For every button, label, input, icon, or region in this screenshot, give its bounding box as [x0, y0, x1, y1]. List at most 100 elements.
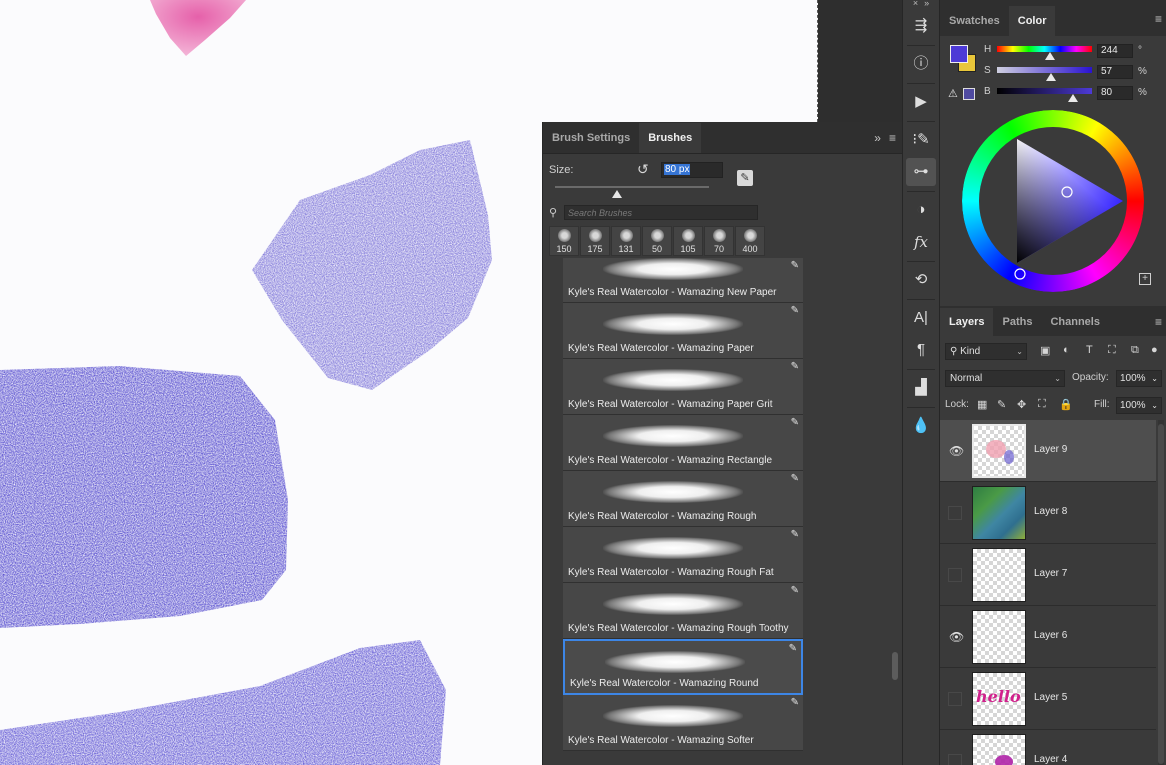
opacity-field[interactable]: 100% ⌄ — [1116, 370, 1162, 387]
brush-settings-icon[interactable]: ⁝✎ — [906, 126, 936, 154]
tab-brushes[interactable]: Brushes — [639, 123, 702, 153]
recent-brush-preset[interactable]: 50 — [642, 226, 672, 256]
brush-preset-item[interactable]: ✎ Kyle's Real Watercolor - Wamazing Paper — [563, 303, 803, 359]
eye-icon[interactable]: 👁 — [948, 444, 964, 458]
layers-panel-menu-icon[interactable]: ≡ — [1155, 315, 1162, 329]
type-filter-icon[interactable]: T — [1086, 344, 1093, 356]
pixel-filter-icon[interactable]: ▣ — [1040, 344, 1050, 357]
brush-preset-item[interactable]: ✎ Kyle's Real Watercolor - Wamazing Paper… — [563, 359, 803, 415]
adjust-sliders-icon[interactable]: ⊶ — [906, 158, 936, 186]
layer-row[interactable]: 👁 Layer 6 — [940, 606, 1156, 668]
panel-menu-icon[interactable]: ≡ — [889, 131, 896, 145]
lock-all-icon[interactable]: 🔒 — [1059, 398, 1073, 411]
adjustments-icon[interactable]: ◑ — [906, 196, 936, 224]
saturation-slider[interactable] — [997, 67, 1092, 73]
actions-play-icon[interactable]: ▶ — [906, 88, 936, 116]
visibility-toggle[interactable] — [948, 568, 962, 582]
brush-preset-item[interactable]: ✎ Kyle's Real Watercolor - Wamazing Rough — [563, 471, 803, 527]
shape-filter-icon[interactable]: ⛶ — [1108, 344, 1116, 357]
recent-brush-preset[interactable]: 150 — [549, 226, 579, 256]
tab-color[interactable]: Color — [1008, 6, 1056, 36]
hue-slider-thumb[interactable] — [1045, 52, 1055, 60]
lock-transparency-icon[interactable]: ▦ — [977, 398, 987, 411]
brightness-slider-thumb[interactable] — [1068, 94, 1078, 102]
eye-icon[interactable]: 👁 — [948, 630, 964, 644]
paint-drop-icon[interactable]: 💧 — [906, 412, 936, 440]
add-color-icon[interactable]: + — [1139, 273, 1151, 285]
recent-brush-preset[interactable]: 131 — [611, 226, 641, 256]
layer-thumbnail — [972, 424, 1026, 478]
visibility-toggle[interactable] — [948, 506, 962, 520]
search-input[interactable] — [564, 205, 758, 220]
brush-preset-item[interactable]: ✎ Kyle's Real Watercolor - Wamazing Round — [563, 639, 803, 695]
brush-list-scrollbar[interactable] — [892, 652, 898, 680]
hue-value[interactable]: 244 — [1097, 44, 1133, 58]
expand-icon[interactable]: » — [924, 0, 929, 8]
brush-edit-icon[interactable]: ✎ — [791, 260, 799, 271]
lock-position-icon[interactable]: ✥ — [1017, 398, 1026, 411]
character-icon[interactable]: A| — [906, 304, 936, 332]
collapse-panel-icon[interactable]: » — [874, 131, 881, 145]
filter-toggle-icon[interactable]: ● — [1151, 344, 1158, 356]
brush-preset-item[interactable]: ✎ Kyle's Real Watercolor - Wamazing Recta… — [563, 415, 803, 471]
brush-edit-icon[interactable]: ✎ — [791, 697, 799, 708]
saturation-value[interactable]: 57 — [1097, 65, 1133, 79]
layer-row[interactable]: Layer 8 — [940, 482, 1156, 544]
recent-brush-preset[interactable]: 400 — [735, 226, 765, 256]
libraries-icon[interactable]: ⇶ — [906, 12, 936, 40]
tab-channels[interactable]: Channels — [1041, 308, 1109, 336]
layer-row[interactable]: 👁 Layer 9 — [940, 420, 1156, 482]
info-icon[interactable]: ⓘ — [906, 50, 936, 78]
brush-edit-icon[interactable]: ✎ — [791, 417, 799, 428]
foreground-color-swatch[interactable] — [950, 45, 968, 63]
new-brush-icon[interactable]: ✎ — [737, 170, 753, 186]
tab-brush-settings[interactable]: Brush Settings — [543, 123, 639, 153]
visibility-toggle[interactable] — [948, 692, 962, 706]
layer-row[interactable]: Layer 7 — [940, 544, 1156, 606]
color-wheel[interactable] — [962, 110, 1144, 292]
glyphs-icon[interactable]: ▟ — [906, 374, 936, 402]
layer-row[interactable]: Layer 4 — [940, 730, 1156, 765]
brush-preset-item[interactable]: ✎ Kyle's Real Watercolor - Wamazing New P… — [563, 258, 803, 303]
recent-brush-preset[interactable]: 175 — [580, 226, 610, 256]
color-panel-menu-icon[interactable]: ≡ — [1155, 12, 1162, 26]
fill-field[interactable]: 100% ⌄ — [1116, 397, 1162, 414]
gamut-color-swatch[interactable] — [963, 88, 975, 100]
brush-preset-item[interactable]: ✎ Kyle's Real Watercolor - Wamazing Softe… — [563, 695, 803, 751]
size-input[interactable]: 80 px — [661, 162, 723, 178]
kind-filter-select[interactable]: ⚲ Kind ⌄ — [945, 343, 1027, 360]
brush-edit-icon[interactable]: ✎ — [789, 643, 797, 654]
lock-artboard-icon[interactable]: ⛶ — [1038, 398, 1046, 411]
brush-edit-icon[interactable]: ✎ — [791, 473, 799, 484]
layer-name: Layer 9 — [1034, 444, 1068, 455]
tab-layers[interactable]: Layers — [940, 308, 994, 336]
smart-object-filter-icon[interactable]: ⧉ — [1131, 344, 1139, 357]
layer-list-scrollbar[interactable] — [1158, 420, 1164, 765]
brush-edit-icon[interactable]: ✎ — [791, 361, 799, 372]
size-slider-thumb[interactable] — [611, 190, 622, 198]
brush-edit-icon[interactable]: ✎ — [791, 585, 799, 596]
saturation-slider-thumb[interactable] — [1046, 73, 1056, 81]
layer-row[interactable]: hello Layer 5 — [940, 668, 1156, 730]
lock-image-icon[interactable]: ✎ — [997, 398, 1006, 411]
history-icon[interactable]: ⟲ — [906, 266, 936, 294]
brush-edit-icon[interactable]: ✎ — [791, 305, 799, 316]
tab-paths[interactable]: Paths — [993, 308, 1041, 336]
recent-brush-size: 175 — [587, 244, 603, 254]
fx-styles-icon[interactable]: fx — [906, 228, 936, 256]
gamut-warning-icon[interactable]: ⚠ — [948, 87, 958, 100]
collapse-icon[interactable]: × — [913, 0, 918, 8]
blend-mode-select[interactable]: Normal ⌄ — [945, 370, 1065, 387]
tab-swatches[interactable]: Swatches — [940, 6, 1009, 36]
paragraph-icon[interactable]: ¶ — [906, 336, 936, 364]
recent-brush-preset[interactable]: 70 — [704, 226, 734, 256]
reset-size-icon[interactable]: ↺ — [637, 161, 649, 178]
recent-brush-preset[interactable]: 105 — [673, 226, 703, 256]
brush-edit-icon[interactable]: ✎ — [791, 529, 799, 540]
brush-preset-item[interactable]: ✎ Kyle's Real Watercolor - Wamazing Rough… — [563, 583, 803, 639]
brightness-value[interactable]: 80 — [1097, 86, 1133, 100]
brush-preset-item[interactable]: ✎ Kyle's Real Watercolor - Wamazing Rough… — [563, 527, 803, 583]
visibility-toggle[interactable] — [948, 754, 962, 765]
adjustment-filter-icon[interactable]: ◐ — [1063, 344, 1070, 356]
size-slider[interactable] — [555, 186, 709, 198]
